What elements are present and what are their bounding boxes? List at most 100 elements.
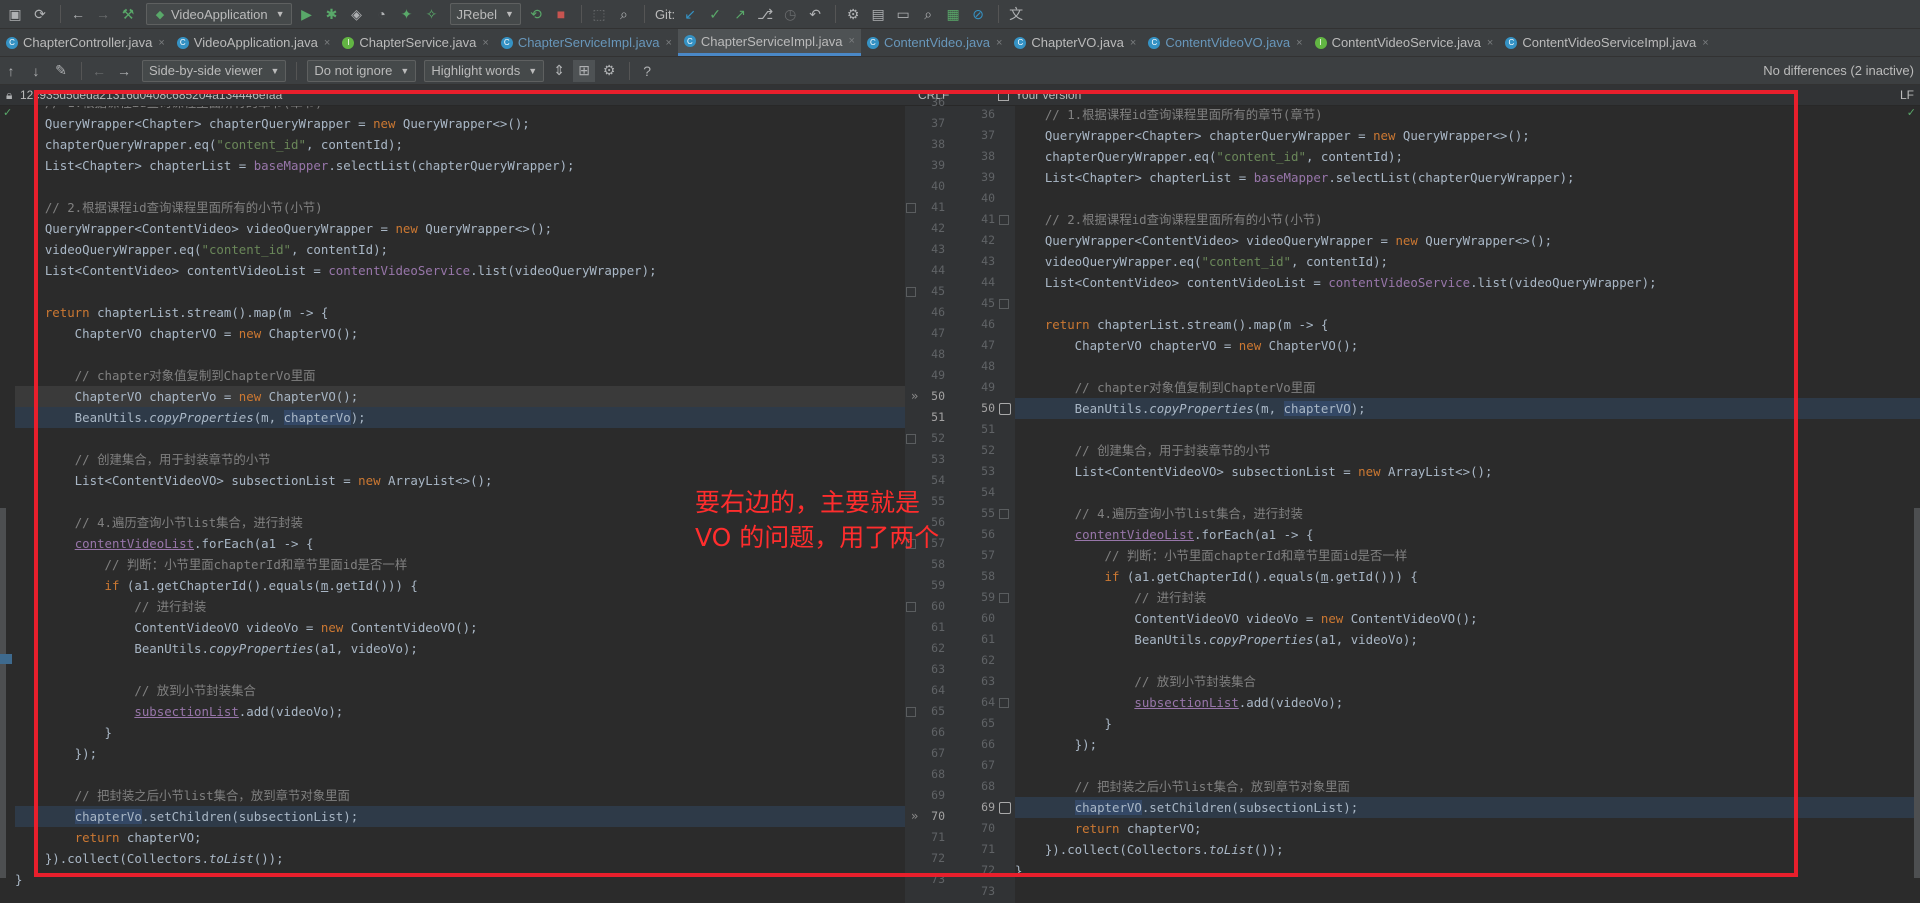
jrebel-run-icon[interactable]: ✦ (396, 3, 418, 25)
code-line[interactable]: } (15, 722, 905, 743)
code-line[interactable]: QueryWrapper<ContentVideo> videoQueryWra… (15, 218, 905, 239)
code-line[interactable]: // chapter对象值复制到ChapterVo里面 (1015, 377, 1920, 398)
code-line[interactable]: if (a1.getChapterId().equals(m.getId()))… (1015, 566, 1920, 587)
code-line[interactable]: // 把封装之后小节list集合，放到章节对象里面 (15, 785, 905, 806)
search-icon[interactable]: ⌕ (917, 3, 939, 25)
arrow-down-icon[interactable]: ↓ (25, 60, 47, 82)
code-line[interactable]: }); (1015, 734, 1920, 755)
code-line[interactable]: } (1015, 860, 1920, 881)
code-line[interactable]: } (15, 869, 905, 890)
plugin-icon[interactable]: ▦ (942, 3, 964, 25)
code-line[interactable]: // 把封装之后小节list集合，放到章节对象里面 (1015, 776, 1920, 797)
right-line-separator[interactable]: LF (1900, 88, 1914, 102)
back-icon[interactable]: ← (88, 60, 110, 82)
code-line[interactable]: ChapterVO chapterVO = new ChapterVO(); (15, 323, 905, 344)
code-line[interactable]: }); (15, 743, 905, 764)
highlight-select[interactable]: Highlight words ▼ (424, 59, 545, 82)
code-line[interactable] (15, 428, 905, 449)
fold-icon[interactable] (906, 434, 916, 444)
code-line[interactable] (1015, 293, 1920, 314)
window-icon[interactable]: ▭ (892, 3, 914, 25)
collapse-unchanged-icon[interactable]: ⇕ (548, 60, 570, 82)
code-line[interactable] (1015, 650, 1920, 671)
fold-icon[interactable] (999, 698, 1009, 708)
code-line[interactable]: QueryWrapper<Chapter> chapterQueryWrappe… (15, 113, 905, 134)
close-icon[interactable]: × (665, 37, 671, 49)
code-line[interactable]: chapterQueryWrapper.eq("content_id", con… (15, 134, 905, 155)
code-line[interactable]: List<ContentVideo> contentVideoList = co… (1015, 272, 1920, 293)
code-line[interactable]: videoQueryWrapper.eq("content_id", conte… (15, 239, 905, 260)
settings-gear-icon[interactable]: ⚙ (598, 60, 620, 82)
code-line[interactable]: videoQueryWrapper.eq("content_id", conte… (1015, 251, 1920, 272)
code-line[interactable]: }).collect(Collectors.toList()); (1015, 839, 1920, 860)
run-config-select[interactable]: ◆ VideoApplication ▼ (146, 3, 292, 25)
fold-icon[interactable] (906, 203, 916, 213)
code-line[interactable]: // 2.根据课程id查询课程里面所有的小节(小节) (1015, 209, 1920, 230)
close-icon[interactable]: × (996, 37, 1002, 49)
apply-change-icon[interactable]: » (911, 806, 925, 827)
editor-tab[interactable]: C ContentVideoServiceImpl.java × (1499, 29, 1714, 56)
code-line[interactable]: if (a1.getChapterId().equals(m.getId()))… (15, 575, 905, 596)
code-line[interactable] (1015, 755, 1920, 776)
code-line[interactable]: List<ContentVideo> contentVideoList = co… (15, 260, 905, 281)
code-line[interactable]: ContentVideoVO videoVo = new ContentVide… (15, 617, 905, 638)
run-icon[interactable]: ▶ (296, 3, 318, 25)
fold-icon[interactable] (999, 299, 1009, 309)
editor-tab[interactable]: C ContentVideo.java × (861, 29, 1008, 56)
code-line[interactable]: BeanUtils.copyProperties(m, chapterVo); (15, 407, 905, 428)
close-icon[interactable]: × (324, 37, 330, 49)
update-icon[interactable]: ⟲ (525, 3, 547, 25)
clock-icon[interactable]: ◷ (779, 3, 801, 25)
git-commit-icon[interactable]: ✓ (704, 3, 726, 25)
viewer-select[interactable]: Side-by-side viewer ▼ (142, 59, 287, 82)
back-icon[interactable]: ← (67, 3, 89, 25)
close-icon[interactable]: × (1130, 37, 1136, 49)
editor-tab[interactable]: C ChapterController.java × (0, 29, 171, 56)
code-line[interactable]: // 2.根据课程id查询课程里面所有的小节(小节) (15, 197, 905, 218)
close-icon[interactable]: × (1702, 37, 1708, 49)
help-icon[interactable]: ? (636, 60, 658, 82)
code-line[interactable]: // 放到小节封装集合 (1015, 671, 1920, 692)
code-line[interactable]: subsectionList.add(videoVo); (1015, 692, 1920, 713)
attach-icon[interactable]: ⬚ (588, 3, 610, 25)
code-line[interactable]: } (1015, 713, 1920, 734)
code-line[interactable]: contentVideoList.forEach(a1 -> { (1015, 524, 1920, 545)
code-line[interactable]: chapterQueryWrapper.eq("content_id", con… (1015, 146, 1920, 167)
ignore-select[interactable]: Do not ignore ▼ (307, 59, 417, 82)
editor-tab[interactable]: C ChapterServiceImpl.java × (495, 29, 678, 56)
fold-icon[interactable] (906, 707, 916, 717)
code-line[interactable]: ChapterVO chapterVO = new ChapterVO(); (1015, 335, 1920, 356)
code-line[interactable] (15, 176, 905, 197)
editor-tab[interactable]: I ChapterService.java × (336, 29, 495, 56)
git-push-icon[interactable]: ↗ (729, 3, 751, 25)
close-icon[interactable]: × (849, 35, 855, 47)
code-line[interactable]: chapterVo.setChildren(subsectionList); (15, 806, 905, 827)
git-update-icon[interactable]: ↙ (679, 3, 701, 25)
fold-icon[interactable] (906, 287, 916, 297)
close-icon[interactable]: × (1296, 37, 1302, 49)
code-line[interactable]: }).collect(Collectors.toList()); (15, 848, 905, 869)
code-line[interactable]: // 判断：小节里面chapterId和章节里面id是否一样 (15, 554, 905, 575)
search-everywhere-icon[interactable]: ⌕ (613, 3, 635, 25)
fold-icon[interactable] (999, 509, 1009, 519)
code-line[interactable] (15, 659, 905, 680)
apply-change-icon[interactable]: » (911, 386, 925, 407)
coverage-icon[interactable]: ◈ (346, 3, 368, 25)
block-icon[interactable]: ⊘ (967, 3, 989, 25)
code-line[interactable]: // 创建集合，用于封装章节的小节 (1015, 440, 1920, 461)
sync-scroll-icon[interactable]: ⊞ (573, 59, 596, 82)
jrebel-debug-icon[interactable]: ✧ (421, 3, 443, 25)
forward-icon[interactable]: → (113, 60, 135, 82)
code-line[interactable] (1015, 188, 1920, 209)
code-line[interactable]: subsectionList.add(videoVo); (15, 701, 905, 722)
code-line[interactable]: return chapterList.stream().map(m -> { (15, 302, 905, 323)
code-line[interactable]: ContentVideoVO videoVo = new ContentVide… (1015, 608, 1920, 629)
right-scrollbar[interactable] (1914, 508, 1920, 878)
code-line[interactable]: // 进行封装 (15, 596, 905, 617)
include-change-checkbox[interactable] (999, 403, 1011, 415)
git-history-icon[interactable]: ⎇ (754, 3, 776, 25)
fold-icon[interactable] (906, 602, 916, 612)
translate-icon[interactable]: 文 (1005, 3, 1027, 25)
build-hammer-icon[interactable]: ⚒ (117, 3, 139, 25)
left-scrollbar[interactable] (0, 508, 6, 878)
